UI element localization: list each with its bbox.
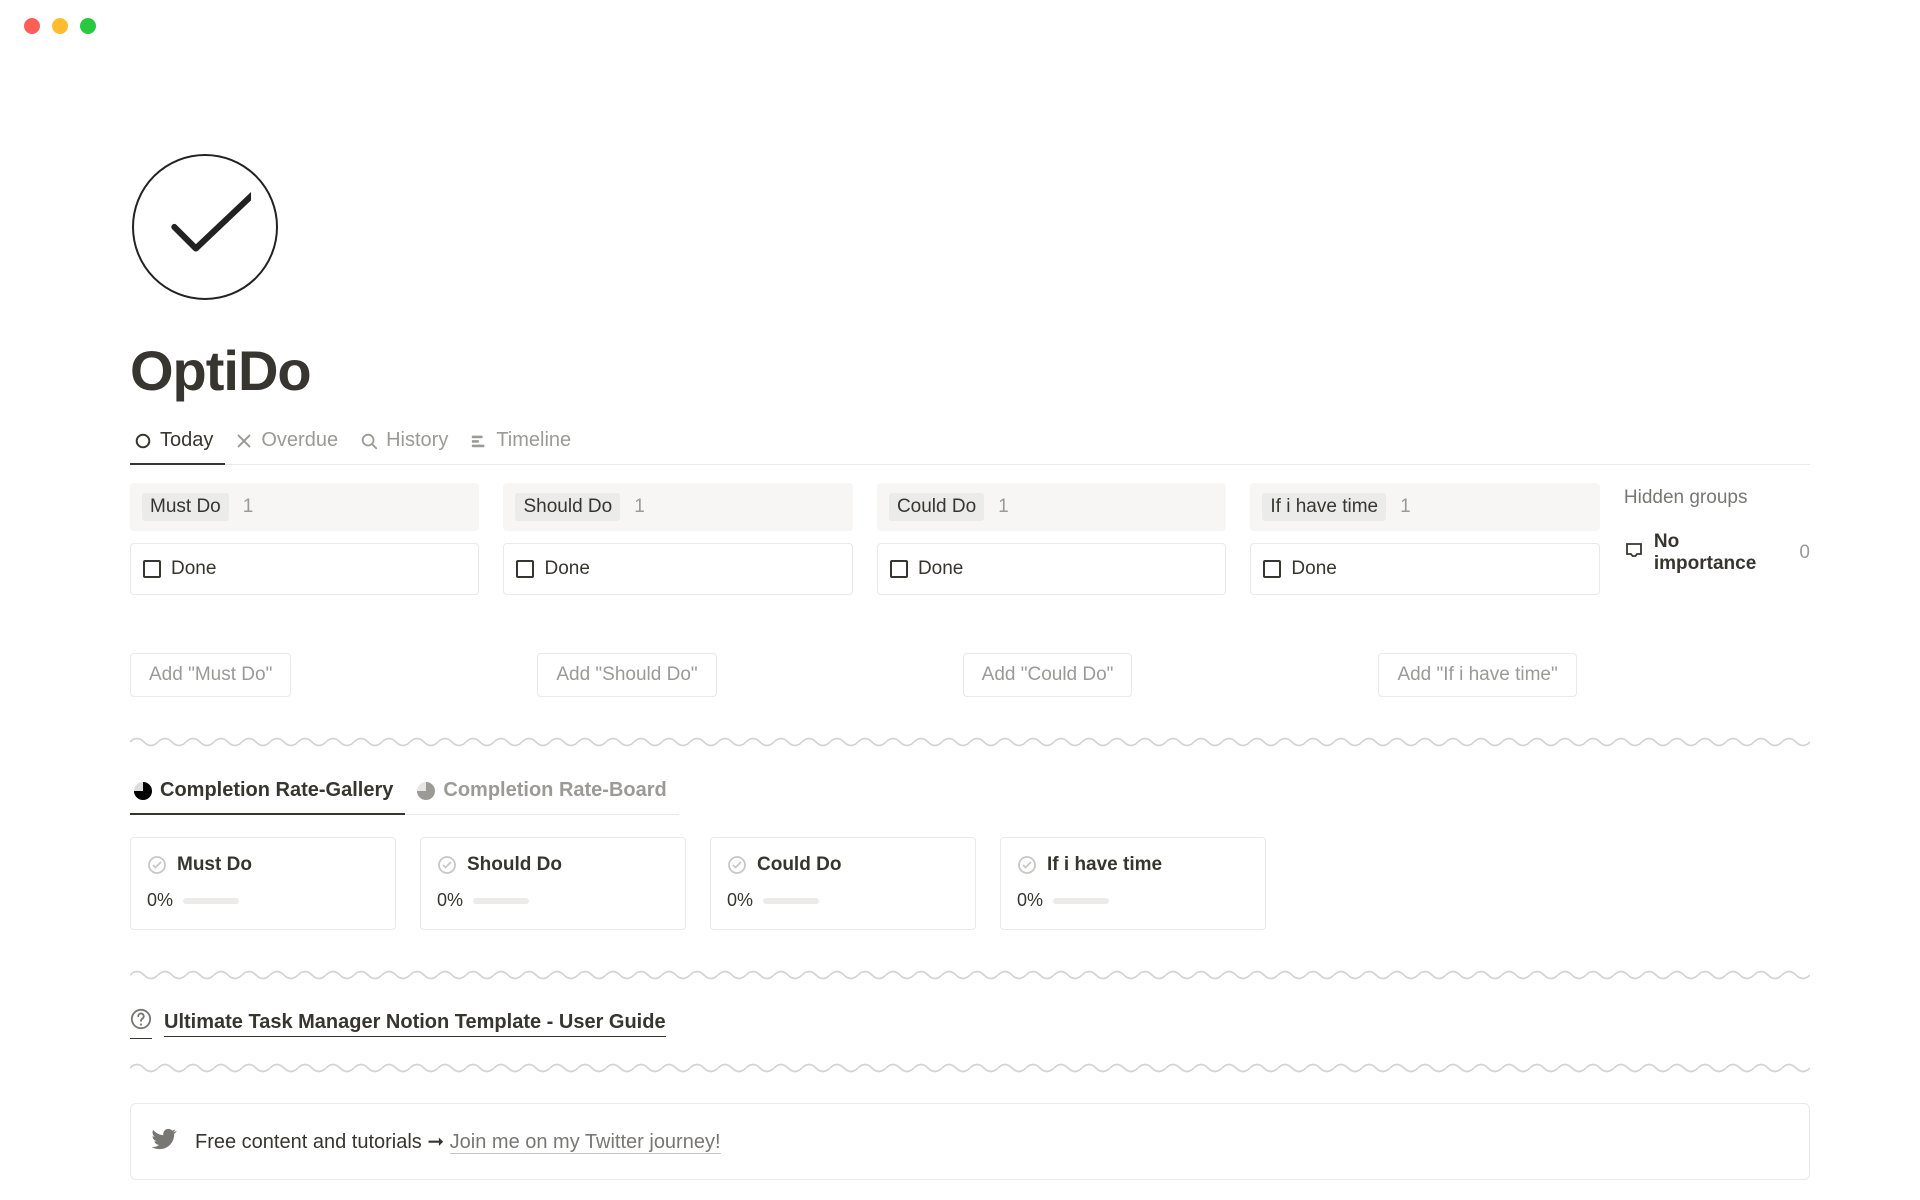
gallery-card-title: If i have time — [1047, 854, 1162, 876]
tab-label: Timeline — [496, 429, 571, 452]
twitter-card[interactable]: Free content and tutorials ➞ Join me on … — [130, 1103, 1810, 1180]
wavy-divider — [130, 968, 1810, 982]
view-tabs: Today Overdue History Timeline — [130, 421, 1810, 465]
search-icon — [360, 432, 378, 450]
task-card[interactable]: Done — [877, 543, 1226, 595]
column-should-do: Should Do 1 Done — [503, 483, 852, 595]
tab-label: Completion Rate-Board — [443, 779, 666, 802]
column-count: 1 — [634, 496, 645, 518]
add-should-do-button[interactable]: Add "Should Do" — [537, 653, 716, 697]
page-title: OptiDo — [130, 338, 1810, 403]
tab-completion-gallery[interactable]: Completion Rate-Gallery — [130, 775, 405, 814]
add-must-do-button[interactable]: Add "Must Do" — [130, 653, 291, 697]
check-circle-icon — [1017, 855, 1037, 875]
gallery-card[interactable]: If i have time 0% — [1000, 837, 1266, 930]
column-header[interactable]: If i have time 1 — [1250, 483, 1599, 531]
column-tag: If i have time — [1262, 493, 1386, 521]
close-window-icon[interactable] — [24, 18, 40, 34]
pie-chart-icon — [134, 782, 152, 800]
progress-bar — [183, 898, 239, 904]
checkbox-icon[interactable] — [516, 560, 534, 578]
column-count: 1 — [998, 496, 1009, 518]
traffic-lights — [0, 0, 1920, 34]
progress-percent: 0% — [727, 890, 753, 911]
tab-label: History — [386, 429, 448, 452]
column-must-do: Must Do 1 Done — [130, 483, 479, 595]
progress-percent: 0% — [437, 890, 463, 911]
guide-title: Ultimate Task Manager Notion Template - … — [164, 1011, 666, 1037]
task-title: Done — [171, 558, 216, 580]
column-tag: Must Do — [142, 493, 229, 521]
checkbox-icon[interactable] — [143, 560, 161, 578]
tab-completion-board[interactable]: Completion Rate-Board — [413, 775, 678, 814]
gallery-card[interactable]: Could Do 0% — [710, 837, 976, 930]
hidden-group-count: 0 — [1799, 542, 1810, 564]
page-logo — [132, 154, 278, 300]
add-buttons-row: Add "Must Do" Add "Should Do" Add "Could… — [130, 653, 1810, 697]
task-card[interactable]: Done — [1250, 543, 1599, 595]
task-card[interactable]: Done — [503, 543, 852, 595]
user-guide-link[interactable]: Ultimate Task Manager Notion Template - … — [130, 1008, 1810, 1039]
task-card[interactable]: Done — [130, 543, 479, 595]
tab-today[interactable]: Today — [130, 421, 225, 464]
column-header[interactable]: Could Do 1 — [877, 483, 1226, 531]
tab-timeline[interactable]: Timeline — [466, 421, 583, 464]
task-title: Done — [1291, 558, 1336, 580]
twitter-text: Free content and tutorials ➞ Join me on … — [195, 1129, 721, 1154]
hidden-group-label: No importance — [1654, 531, 1784, 575]
tab-overdue[interactable]: Overdue — [231, 421, 350, 464]
help-icon — [130, 1008, 152, 1039]
twitter-prefix: Free content and tutorials ➞ — [195, 1131, 450, 1153]
column-count: 1 — [1400, 496, 1411, 518]
maximize-window-icon[interactable] — [80, 18, 96, 34]
tab-history[interactable]: History — [356, 421, 460, 464]
progress-bar — [473, 898, 529, 904]
progress-bar — [1053, 898, 1109, 904]
hidden-groups-title: Hidden groups — [1624, 487, 1810, 509]
checkbox-icon[interactable] — [890, 560, 908, 578]
progress-percent: 0% — [147, 890, 173, 911]
completion-views: Completion Rate-Gallery Completion Rate-… — [130, 775, 679, 815]
gallery-card-title: Must Do — [177, 854, 252, 876]
progress-percent: 0% — [1017, 890, 1043, 911]
hidden-group-item[interactable]: No importance 0 — [1624, 531, 1810, 575]
column-tag: Should Do — [515, 493, 620, 521]
column-tag: Could Do — [889, 493, 984, 521]
board: Must Do 1 Done Should Do 1 Done Could Do… — [130, 483, 1810, 595]
add-could-do-button[interactable]: Add "Could Do" — [963, 653, 1133, 697]
gallery-card[interactable]: Should Do 0% — [420, 837, 686, 930]
wavy-divider — [130, 1061, 1810, 1075]
twitter-link[interactable]: Join me on my Twitter journey! — [450, 1131, 721, 1154]
circle-icon — [134, 432, 152, 450]
check-circle-icon — [437, 855, 457, 875]
task-title: Done — [544, 558, 589, 580]
column-count: 1 — [243, 496, 254, 518]
gallery-card-title: Could Do — [757, 854, 841, 876]
tab-label: Today — [160, 429, 213, 452]
task-title: Done — [918, 558, 963, 580]
column-could-do: Could Do 1 Done — [877, 483, 1226, 595]
completion-gallery: Must Do 0% Should Do 0% — [130, 837, 1810, 930]
gallery-card-title: Should Do — [467, 854, 562, 876]
check-circle-icon — [147, 855, 167, 875]
column-header[interactable]: Should Do 1 — [503, 483, 852, 531]
hidden-groups: Hidden groups No importance 0 — [1624, 487, 1810, 595]
pie-chart-icon — [417, 782, 435, 800]
timeline-icon — [470, 432, 488, 450]
progress-bar — [763, 898, 819, 904]
check-circle-icon — [727, 855, 747, 875]
twitter-icon — [151, 1126, 177, 1157]
wavy-divider — [130, 735, 1810, 749]
column-if-i-have-time: If i have time 1 Done — [1250, 483, 1599, 595]
inbox-icon — [1624, 540, 1644, 566]
tab-label: Completion Rate-Gallery — [160, 779, 393, 802]
minimize-window-icon[interactable] — [52, 18, 68, 34]
add-if-i-have-time-button[interactable]: Add "If i have time" — [1378, 653, 1576, 697]
x-icon — [235, 432, 253, 450]
tab-label: Overdue — [261, 429, 338, 452]
checkbox-icon[interactable] — [1263, 560, 1281, 578]
column-header[interactable]: Must Do 1 — [130, 483, 479, 531]
gallery-card[interactable]: Must Do 0% — [130, 837, 396, 930]
